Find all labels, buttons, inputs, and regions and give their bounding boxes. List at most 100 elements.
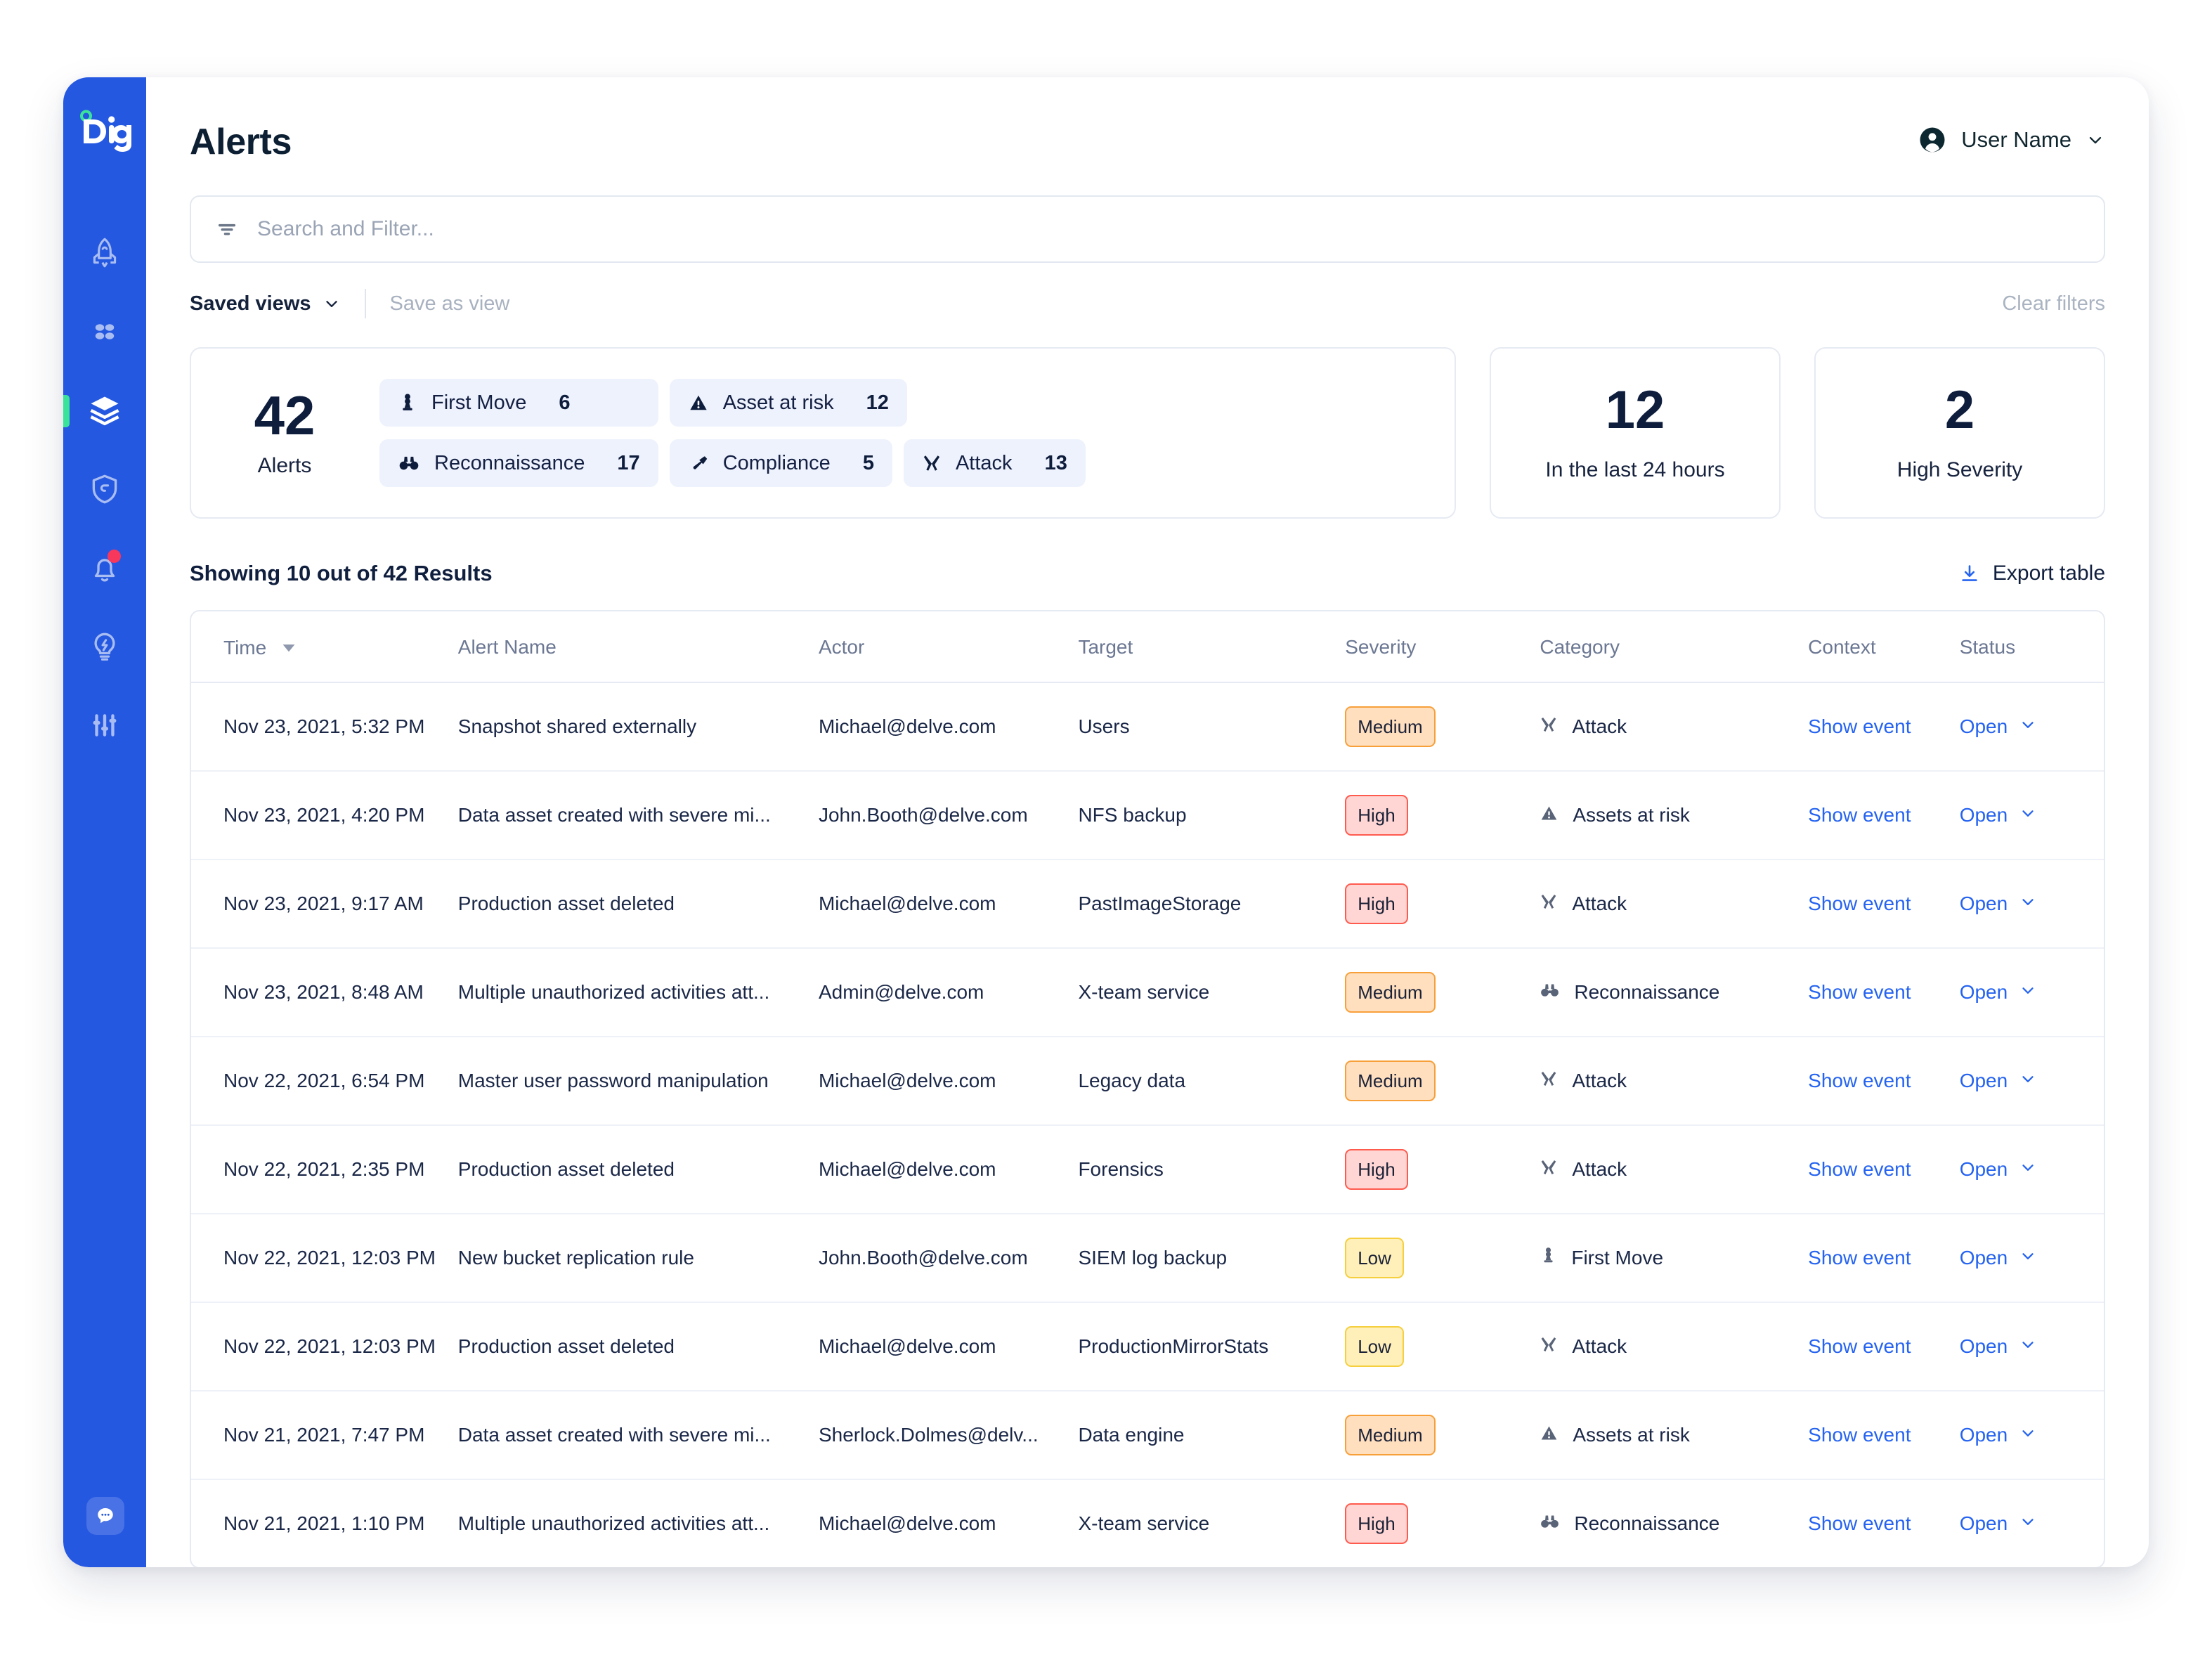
sidebar-item-policies[interactable] xyxy=(63,450,146,528)
category-pill-compliance[interactable]: Compliance 5 xyxy=(669,439,892,487)
saved-views-dropdown[interactable]: Saved views xyxy=(190,292,341,316)
severity-badge: Medium xyxy=(1345,1060,1436,1101)
kpi-label: In the last 24 hours xyxy=(1545,458,1725,481)
cell-target: X-team service xyxy=(1078,1512,1210,1534)
show-event-link[interactable]: Show event xyxy=(1808,893,1911,914)
cell-severity: Medium xyxy=(1345,948,1540,1037)
cell-time: Nov 23, 2021, 5:32 PM xyxy=(191,682,458,772)
column-header-category[interactable]: Category xyxy=(1540,611,1809,683)
cell-context: Show event xyxy=(1808,860,1960,949)
cell-alert-name: Data asset created with severe mi... xyxy=(457,1391,819,1480)
table-row[interactable]: Nov 23, 2021, 4:20 PM Data asset created … xyxy=(191,771,2104,860)
sidebar-item-rocket[interactable] xyxy=(63,214,146,292)
swords-icon xyxy=(1540,1158,1558,1181)
cell-target: NFS backup xyxy=(1078,771,1346,860)
cell-context: Show event xyxy=(1808,1125,1960,1214)
cell-alert-name: Multiple unauthorized activities att... xyxy=(457,948,819,1037)
cell-severity: Medium xyxy=(1345,682,1540,772)
column-header-status[interactable]: Status xyxy=(1959,611,2104,683)
clear-filters-button[interactable]: Clear filters xyxy=(2002,292,2105,316)
cell-context: Show event xyxy=(1808,1302,1960,1392)
sidebar-item-alerts[interactable] xyxy=(63,528,146,607)
status-label: Open xyxy=(1959,1158,2008,1180)
column-header-context[interactable]: Context xyxy=(1808,611,1960,683)
table-row[interactable]: Nov 22, 2021, 6:54 PM Master user passwor… xyxy=(191,1037,2104,1126)
category-pill-reconnaissance[interactable]: Reconnaissance 17 xyxy=(379,439,658,487)
column-header-actor[interactable]: Actor xyxy=(818,611,1079,683)
pill-count: 17 xyxy=(617,451,640,474)
rocket-icon xyxy=(93,238,117,268)
table-row[interactable]: Nov 21, 2021, 1:10 PM Multiple unauthoriz… xyxy=(191,1479,2104,1567)
sidebar-item-insights[interactable] xyxy=(63,607,146,686)
table-row[interactable]: Nov 23, 2021, 5:32 PM Snapshot shared ext… xyxy=(191,682,2104,772)
category-pill-attack[interactable]: Attack 13 xyxy=(903,439,1086,487)
show-event-link[interactable]: Show event xyxy=(1808,1158,1911,1180)
cell-target: Data engine xyxy=(1078,1391,1346,1480)
show-event-link[interactable]: Show event xyxy=(1808,1070,1911,1091)
show-event-link[interactable]: Show event xyxy=(1808,804,1911,826)
cell-severity: Low xyxy=(1345,1214,1540,1303)
download-icon xyxy=(1962,565,1977,581)
table-row[interactable]: Nov 22, 2021, 12:03 PM New bucket replica… xyxy=(191,1214,2104,1303)
sidebar-item-dashboard[interactable] xyxy=(63,292,146,371)
show-event-link[interactable]: Show event xyxy=(1808,1512,1911,1534)
cell-actor: Michael@delve.com xyxy=(818,682,1079,772)
status-dropdown[interactable]: Open xyxy=(1960,1424,2104,1447)
cell-alert-name: Master user password manipulation xyxy=(457,1037,819,1126)
category-pill-grid: First Move 6 Asset at risk 12 Reconnaiss… xyxy=(379,379,1086,487)
cell-target: ProductionMirrorStats xyxy=(1078,1302,1346,1392)
table-row[interactable]: Nov 22, 2021, 12:03 PM Production asset d… xyxy=(191,1302,2104,1392)
user-menu[interactable]: User Name xyxy=(1918,117,2105,155)
show-event-link[interactable]: Show event xyxy=(1808,715,1911,737)
chevron-down-icon xyxy=(2019,1247,2037,1270)
status-dropdown[interactable]: Open xyxy=(1960,804,2104,827)
cell-severity: Medium xyxy=(1345,1037,1540,1126)
status-dropdown[interactable]: Open xyxy=(1960,1070,2104,1093)
show-event-link[interactable]: Show event xyxy=(1808,1247,1911,1269)
status-dropdown[interactable]: Open xyxy=(1960,1247,2104,1270)
cell-severity: High xyxy=(1345,1479,1540,1567)
table-row[interactable]: Nov 21, 2021, 7:47 PM Data asset created … xyxy=(191,1391,2104,1480)
category-pill-asset-at-risk[interactable]: Asset at risk 12 xyxy=(669,379,907,427)
export-table-button[interactable]: Export table xyxy=(1959,562,2105,585)
cell-status: Open xyxy=(1959,1037,2104,1126)
swords-icon xyxy=(1540,715,1558,739)
status-dropdown[interactable]: Open xyxy=(1960,1158,2104,1181)
cell-category: Assets at risk xyxy=(1540,771,1809,860)
column-header-target[interactable]: Target xyxy=(1078,611,1346,683)
table-row[interactable]: Nov 23, 2021, 9:17 AM Production asset de… xyxy=(191,860,2104,949)
column-header-time[interactable]: Time xyxy=(191,611,458,683)
status-dropdown[interactable]: Open xyxy=(1960,715,2104,739)
severity-badge: Medium xyxy=(1345,706,1436,747)
cell-time: Nov 23, 2021, 9:17 AM xyxy=(191,860,458,949)
pill-label: Attack xyxy=(955,451,1013,474)
search-input[interactable]: Search and Filter... xyxy=(257,217,434,241)
show-event-link[interactable]: Show event xyxy=(1808,1424,1911,1446)
search-and-filter-bar[interactable]: Search and Filter... xyxy=(190,195,2105,263)
binoculars-icon xyxy=(1540,1512,1560,1536)
status-dropdown[interactable]: Open xyxy=(1960,1335,2104,1358)
save-as-view-button[interactable]: Save as view xyxy=(390,292,510,316)
cell-severity: High xyxy=(1345,1125,1540,1214)
chat-button[interactable] xyxy=(86,1497,124,1535)
dig-logo[interactable] xyxy=(78,110,131,152)
severity-badge: High xyxy=(1345,883,1408,924)
sidebar-item-settings[interactable] xyxy=(63,686,146,765)
show-event-link[interactable]: Show event xyxy=(1808,981,1911,1003)
column-header-severity[interactable]: Severity xyxy=(1345,611,1540,683)
status-dropdown[interactable]: Open xyxy=(1960,1512,2104,1536)
status-dropdown[interactable]: Open xyxy=(1960,893,2104,916)
severity-badge: Medium xyxy=(1345,972,1436,1013)
status-label: Open xyxy=(1959,893,2008,914)
cell-time: Nov 23, 2021, 8:48 AM xyxy=(191,948,458,1037)
table-row[interactable]: Nov 23, 2021, 8:48 AM Multiple unauthoriz… xyxy=(191,948,2104,1037)
category-pill-first-move[interactable]: First Move 6 xyxy=(379,379,658,427)
swords-icon xyxy=(1540,1070,1558,1093)
column-header-alert-name[interactable]: Alert Name xyxy=(457,611,819,683)
pill-count: 5 xyxy=(862,451,874,474)
show-event-link[interactable]: Show event xyxy=(1808,1335,1911,1357)
status-dropdown[interactable]: Open xyxy=(1960,981,2104,1004)
table-row[interactable]: Nov 22, 2021, 2:35 PM Production asset de… xyxy=(191,1125,2104,1214)
status-label: Open xyxy=(1959,981,2008,1003)
sidebar-item-data-assets[interactable] xyxy=(63,371,146,450)
